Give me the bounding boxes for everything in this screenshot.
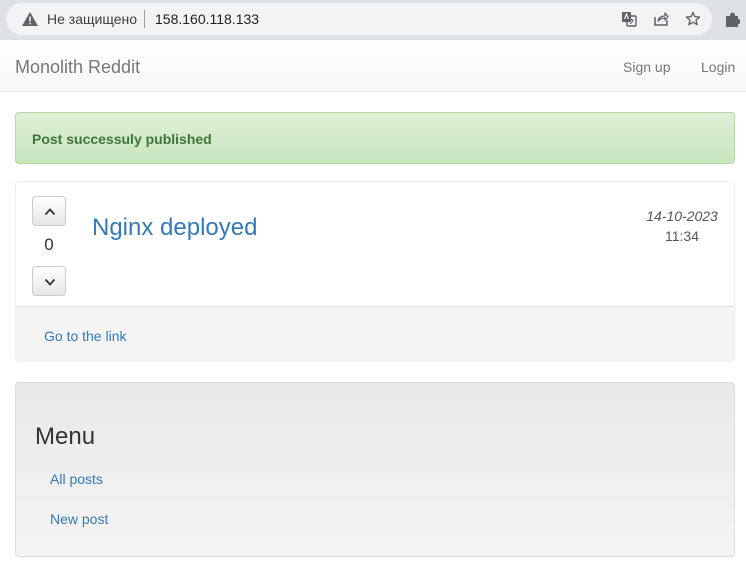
- translate-icon[interactable]: [621, 11, 637, 27]
- signup-link[interactable]: Sign up: [623, 58, 670, 76]
- chevron-down-icon: [44, 278, 56, 286]
- warning-icon[interactable]: [22, 12, 38, 26]
- security-status-label[interactable]: Не защищено: [47, 11, 137, 27]
- sidebar-menu: Menu All posts New post: [15, 382, 735, 557]
- browser-toolbar: Не защищено 158.160.118.133: [0, 0, 746, 40]
- site-navbar: Monolith Reddit Sign up Login: [0, 40, 746, 92]
- downvote-button[interactable]: [32, 266, 66, 296]
- post-card: 0 Nginx deployed 14-10-2023 11:34 Go to …: [15, 181, 735, 362]
- login-link[interactable]: Login: [701, 58, 735, 76]
- post-date: 14-10-2023: [646, 208, 718, 224]
- menu-item-new-post[interactable]: New post: [50, 510, 108, 528]
- brand-link[interactable]: Monolith Reddit: [15, 57, 140, 77]
- post-title-link[interactable]: Nginx deployed: [92, 214, 257, 242]
- menu-title: Menu: [35, 423, 96, 450]
- address-bar[interactable]: Не защищено 158.160.118.133: [6, 3, 712, 35]
- extensions-icon[interactable]: [724, 11, 740, 27]
- upvote-button[interactable]: [32, 196, 66, 226]
- vote-count: 0: [44, 235, 54, 254]
- post-time: 11:34: [665, 228, 699, 244]
- go-to-link[interactable]: Go to the link: [44, 327, 127, 345]
- success-alert: Post successuly published: [15, 112, 735, 164]
- post-footer: Go to the link: [16, 306, 734, 361]
- bookmark-star-icon[interactable]: [685, 11, 701, 27]
- url-separator: [144, 10, 145, 28]
- menu-item-all-posts[interactable]: All posts: [50, 470, 103, 488]
- share-icon[interactable]: [653, 11, 669, 27]
- chevron-up-icon: [44, 208, 56, 216]
- url-text[interactable]: 158.160.118.133: [155, 11, 259, 27]
- alert-message: Post successuly published: [32, 131, 212, 147]
